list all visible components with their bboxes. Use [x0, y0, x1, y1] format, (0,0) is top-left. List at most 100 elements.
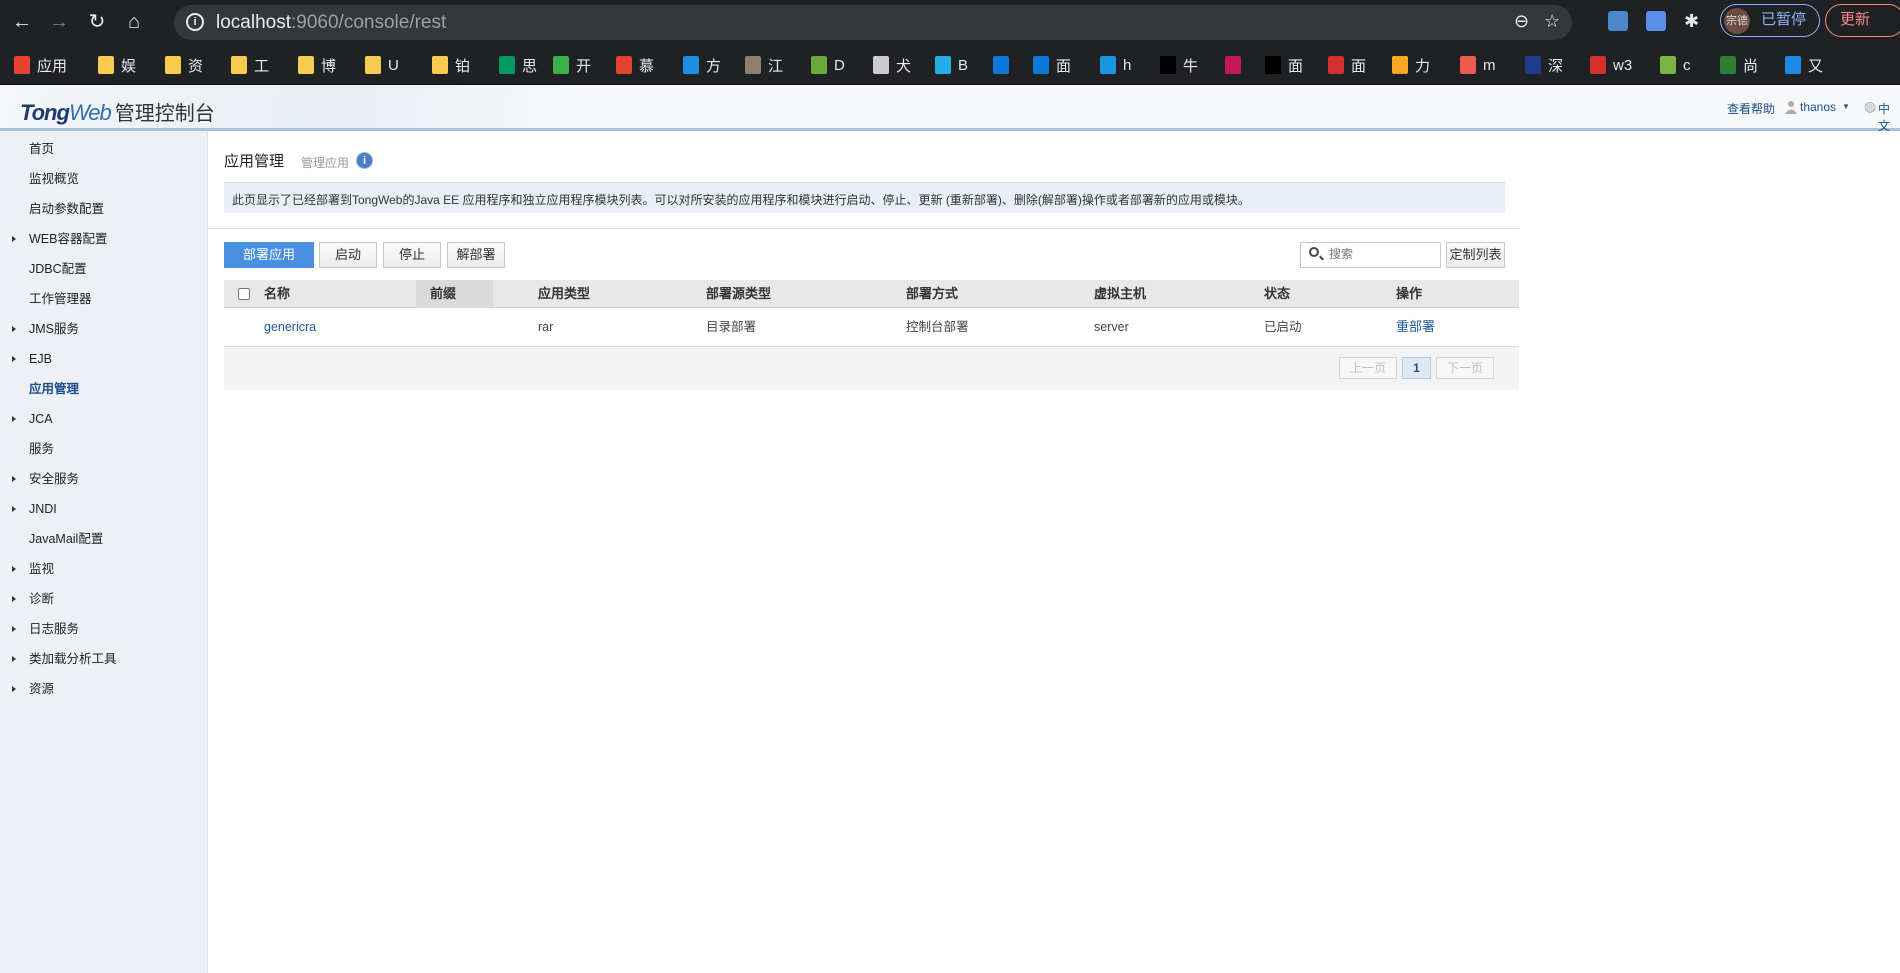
bookmark-item[interactable]: 博 — [298, 55, 336, 75]
start-button[interactable]: 启动 — [319, 242, 377, 268]
sidebar-item[interactable]: 启动参数配置 — [29, 199, 104, 219]
bookmark-item[interactable] — [993, 55, 1016, 75]
expand-caret-icon[interactable] — [12, 656, 16, 662]
page-1-button[interactable]: 1 — [1402, 357, 1431, 379]
url-text[interactable]: localhost:9060/console/rest — [216, 12, 446, 34]
bookmark-item[interactable]: h — [1100, 55, 1131, 75]
sidebar-item[interactable]: 资源 — [12, 679, 54, 699]
sidebar-item[interactable]: 安全服务 — [12, 469, 79, 489]
expand-caret-icon[interactable] — [12, 596, 16, 602]
sidebar-item[interactable]: EJB — [12, 349, 52, 369]
bookmark-item[interactable]: 方 — [683, 55, 721, 75]
expand-caret-icon[interactable] — [12, 236, 16, 242]
col-app-type[interactable]: 应用类型 — [538, 280, 590, 308]
bookmark-item[interactable]: 开 — [553, 55, 591, 75]
url-path: :9060/console/rest — [291, 12, 447, 33]
prev-page-button[interactable]: 上一页 — [1339, 357, 1397, 379]
sidebar-item[interactable]: JDBC配置 — [29, 259, 87, 279]
sidebar-item[interactable]: 类加载分析工具 — [12, 649, 117, 669]
bookmark-item[interactable]: m — [1460, 55, 1496, 75]
sidebar-item[interactable]: 工作管理器 — [29, 289, 92, 309]
info-icon[interactable]: i — [356, 152, 373, 169]
bookmark-item[interactable]: 犬 — [873, 55, 911, 75]
undeploy-button[interactable]: 解部署 — [447, 242, 505, 268]
bookmark-star-icon[interactable]: ☆ — [1544, 11, 1560, 32]
col-source-type[interactable]: 部署源类型 — [706, 280, 771, 308]
sidebar-item[interactable]: 首页 — [29, 139, 54, 159]
bookmark-item[interactable]: 面 — [1328, 55, 1366, 75]
bookmark-item[interactable]: 工 — [231, 55, 269, 75]
expand-caret-icon[interactable] — [12, 626, 16, 632]
expand-caret-icon[interactable] — [12, 416, 16, 422]
puzzle-icon[interactable]: ✱ — [1684, 11, 1704, 31]
bookmark-item[interactable]: 尚 — [1720, 55, 1758, 75]
expand-caret-icon[interactable] — [12, 566, 16, 572]
bookmark-item[interactable]: 又 — [1785, 55, 1823, 75]
expand-caret-icon[interactable] — [12, 506, 16, 512]
bookmark-item[interactable]: 应用 — [14, 55, 67, 75]
bookmark-item[interactable]: w3 — [1590, 55, 1632, 75]
bookmark-item[interactable] — [1225, 55, 1248, 75]
extension-icon[interactable] — [1608, 11, 1628, 31]
col-status[interactable]: 状态 — [1264, 280, 1290, 308]
col-deploy-mode[interactable]: 部署方式 — [906, 280, 958, 308]
customize-list-button[interactable]: 定制列表 — [1446, 242, 1505, 268]
translate-extension-icon[interactable] — [1646, 11, 1666, 31]
expand-caret-icon[interactable] — [12, 686, 16, 692]
expand-caret-icon[interactable] — [12, 326, 16, 332]
search-box[interactable] — [1300, 242, 1441, 268]
bookmark-item[interactable]: 江 — [745, 55, 783, 75]
redeploy-link[interactable]: 重部署 — [1396, 313, 1435, 341]
col-name[interactable]: 名称 — [264, 280, 290, 308]
bookmark-item[interactable]: U — [365, 55, 399, 75]
bookmark-item[interactable]: 面 — [1033, 55, 1071, 75]
sidebar-item[interactable]: JavaMail配置 — [29, 529, 103, 549]
profile-button[interactable]: 宗德 已暂停 — [1720, 4, 1820, 37]
app-name-link[interactable]: genericra — [264, 313, 316, 341]
address-bar[interactable]: i localhost:9060/console/rest ⊖ ☆ — [174, 5, 1572, 40]
next-page-button[interactable]: 下一页 — [1436, 357, 1494, 379]
bookmark-item[interactable]: 面 — [1265, 55, 1303, 75]
sidebar-item-label: 应用管理 — [29, 382, 80, 396]
select-all-checkbox[interactable] — [238, 288, 250, 300]
bookmark-item[interactable]: 铂 — [432, 55, 470, 75]
bookmark-item[interactable]: 慕 — [616, 55, 654, 75]
bookmark-item[interactable]: 资 — [165, 55, 203, 75]
bookmark-item[interactable]: D — [811, 55, 845, 75]
bookmark-item[interactable]: 思 — [499, 55, 537, 75]
search-input[interactable] — [1329, 247, 1434, 261]
bookmark-item[interactable]: c — [1660, 55, 1691, 75]
update-button[interactable]: 更新 — [1825, 4, 1900, 37]
sidebar-item[interactable]: 监视 — [12, 559, 54, 579]
sidebar-item[interactable]: JMS服务 — [12, 319, 79, 339]
help-link[interactable]: 查看帮助 — [1727, 100, 1775, 117]
site-info-icon[interactable]: i — [186, 13, 204, 31]
forward-icon[interactable]: → — [46, 10, 72, 34]
zoom-icon[interactable]: ⊖ — [1514, 11, 1529, 32]
sidebar-item[interactable]: JNDI — [12, 499, 57, 519]
col-prefix[interactable]: 前缀 — [430, 280, 456, 308]
bookmark-item[interactable]: 深 — [1525, 55, 1563, 75]
sidebar-item[interactable]: 诊断 — [12, 589, 54, 609]
user-menu[interactable]: thanos — [1800, 100, 1836, 114]
expand-caret-icon[interactable] — [12, 356, 16, 362]
col-virtual-host[interactable]: 虚拟主机 — [1094, 280, 1146, 308]
back-icon[interactable]: ← — [9, 10, 35, 34]
language-switch[interactable]: 中文 — [1878, 100, 1900, 134]
stop-button[interactable]: 停止 — [383, 242, 441, 268]
sidebar-item[interactable]: 应用管理 — [29, 379, 79, 399]
sidebar-item[interactable]: 服务 — [29, 439, 54, 459]
bookmark-item[interactable]: B — [935, 55, 968, 75]
sidebar-item[interactable]: 监视概览 — [29, 169, 79, 189]
user-dropdown-icon[interactable]: ▼ — [1842, 102, 1850, 111]
deploy-button[interactable]: 部署应用 — [224, 242, 314, 268]
sidebar-item[interactable]: JCA — [12, 409, 53, 429]
bookmark-item[interactable]: 力 — [1392, 55, 1430, 75]
sidebar-item[interactable]: 日志服务 — [12, 619, 79, 639]
sidebar-item[interactable]: WEB容器配置 — [12, 229, 107, 249]
home-icon[interactable]: ⌂ — [121, 10, 147, 34]
expand-caret-icon[interactable] — [12, 476, 16, 482]
bookmark-item[interactable]: 娱 — [98, 55, 136, 75]
bookmark-item[interactable]: 牛 — [1160, 55, 1198, 75]
reload-icon[interactable]: ↻ — [84, 10, 110, 34]
